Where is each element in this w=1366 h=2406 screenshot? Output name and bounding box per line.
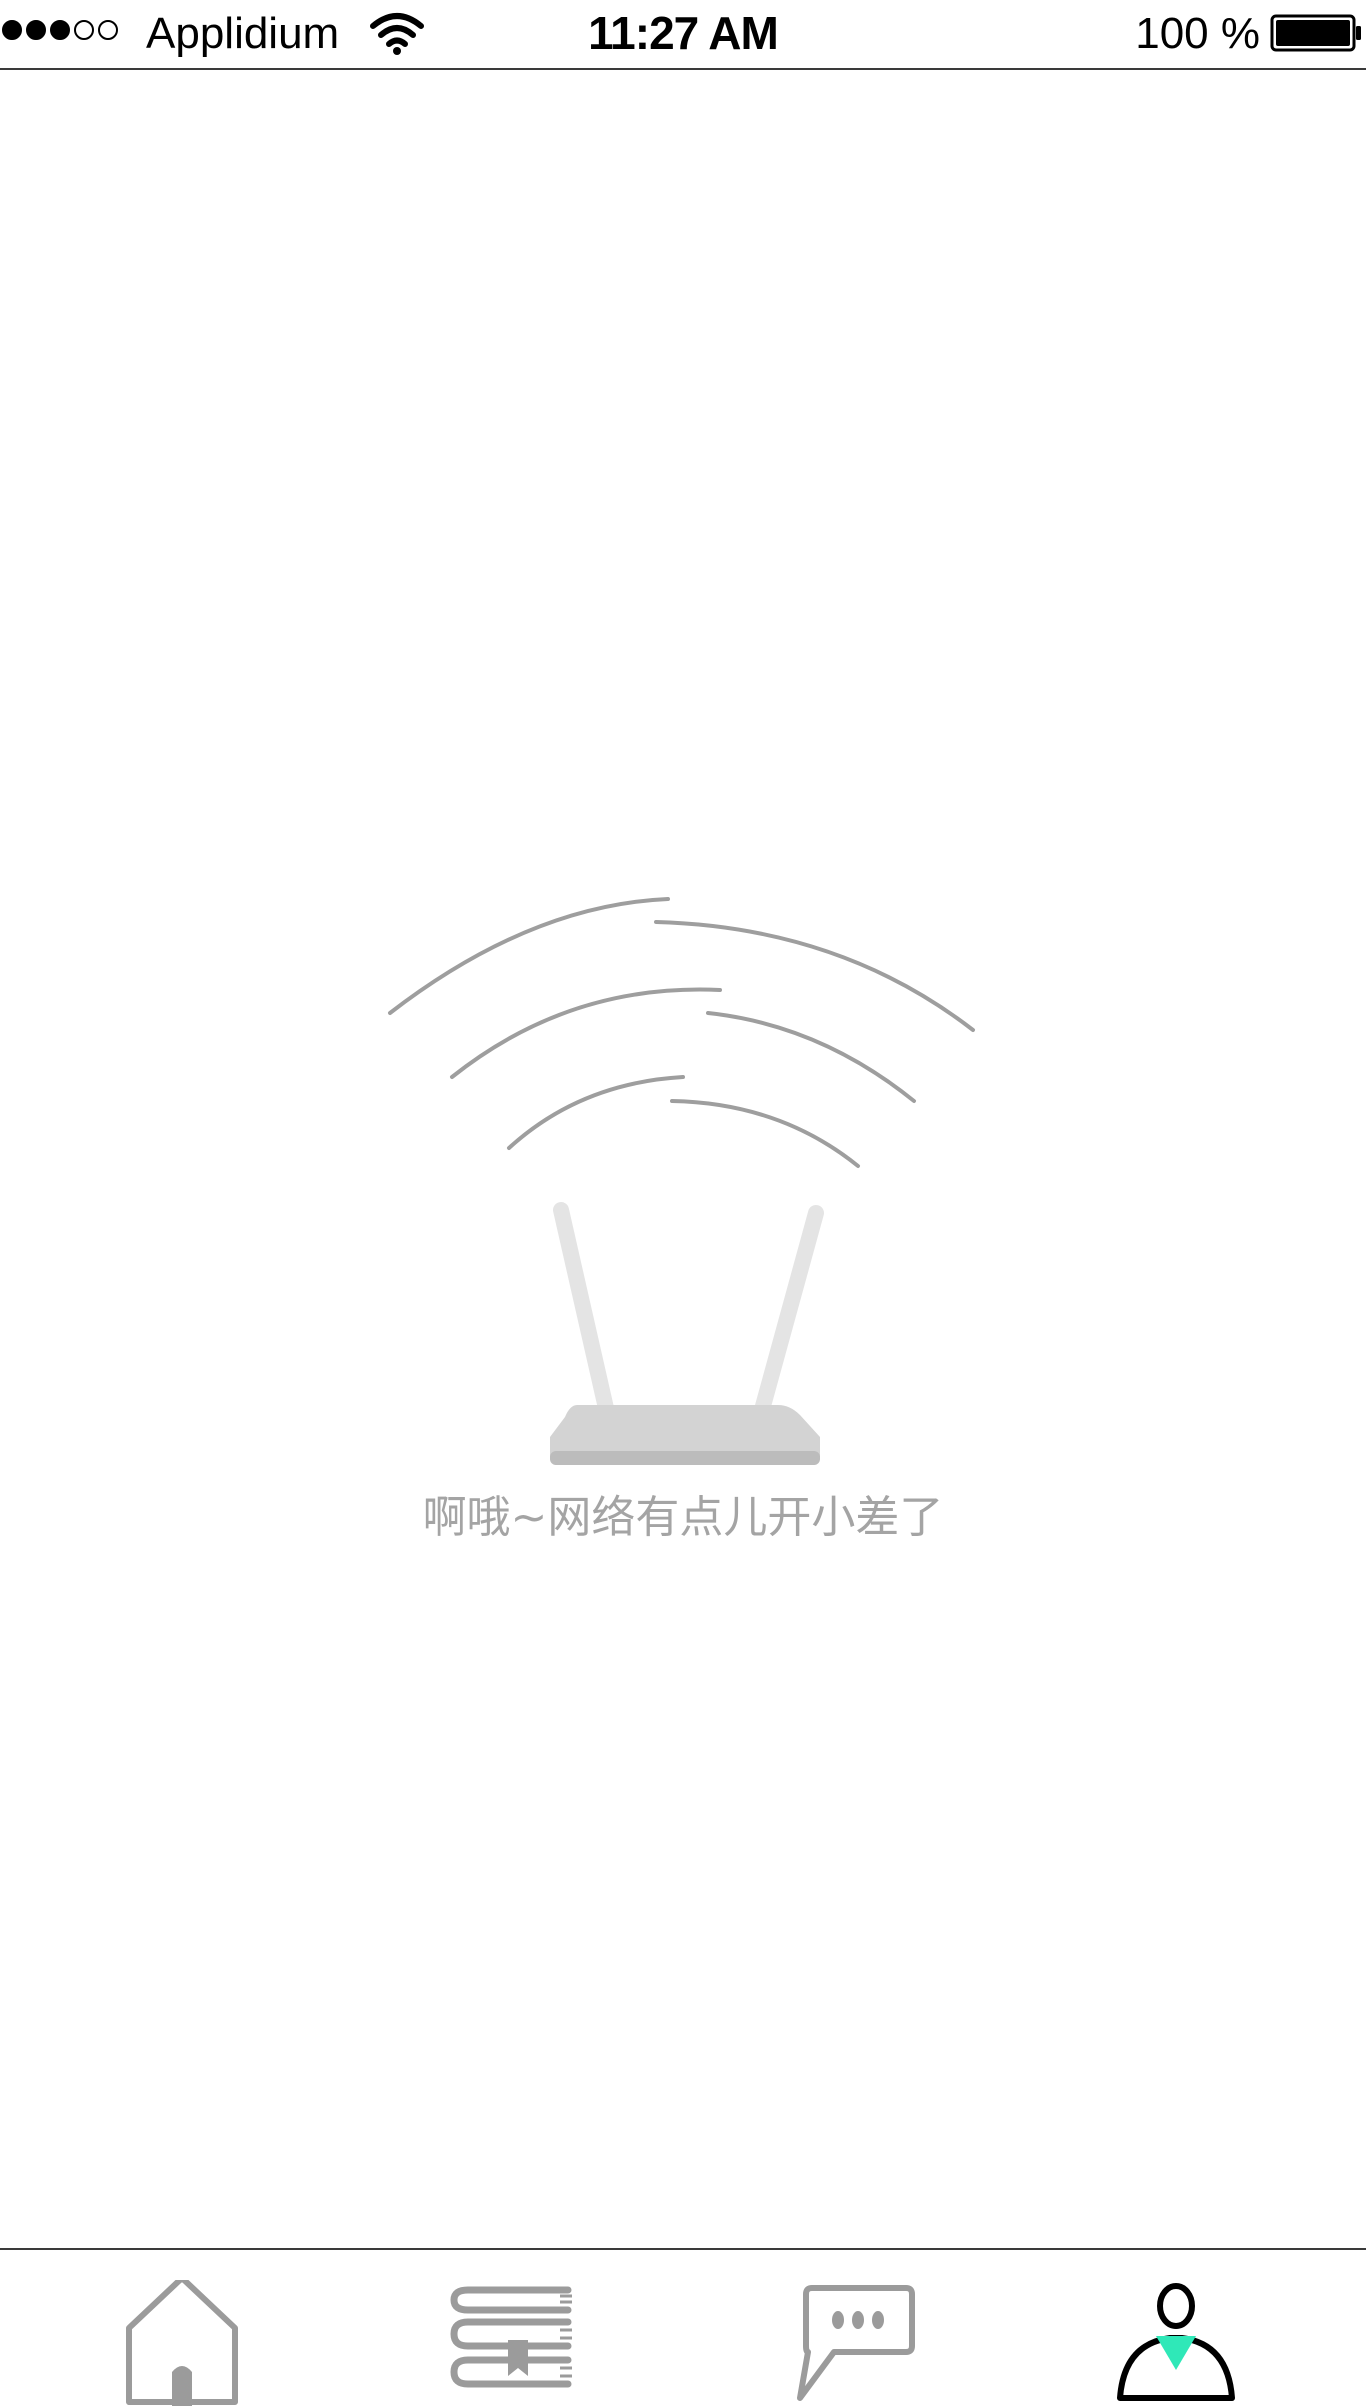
main-content: 啊哦~网络有点儿开小差了 <box>0 70 1366 2248</box>
home-icon <box>126 2280 238 2406</box>
status-bar: Applidium 11:27 AM 100 % <box>0 0 1366 70</box>
tab-home[interactable] <box>121 2280 245 2406</box>
tab-profile[interactable] <box>1114 2280 1238 2406</box>
books-icon <box>450 2286 572 2388</box>
battery-icon <box>1270 14 1361 52</box>
person-icon <box>1117 2283 1235 2401</box>
network-error-message: 啊哦~网络有点儿开小差了 <box>422 1492 944 1543</box>
tab-library[interactable] <box>448 2280 572 2406</box>
router-signal-icon <box>388 897 975 1465</box>
chat-bubble-icon <box>797 2285 915 2401</box>
tab-messages[interactable] <box>794 2280 918 2406</box>
tab-bar <box>0 2248 1366 2406</box>
battery-percentage: 100 % <box>1135 9 1260 58</box>
